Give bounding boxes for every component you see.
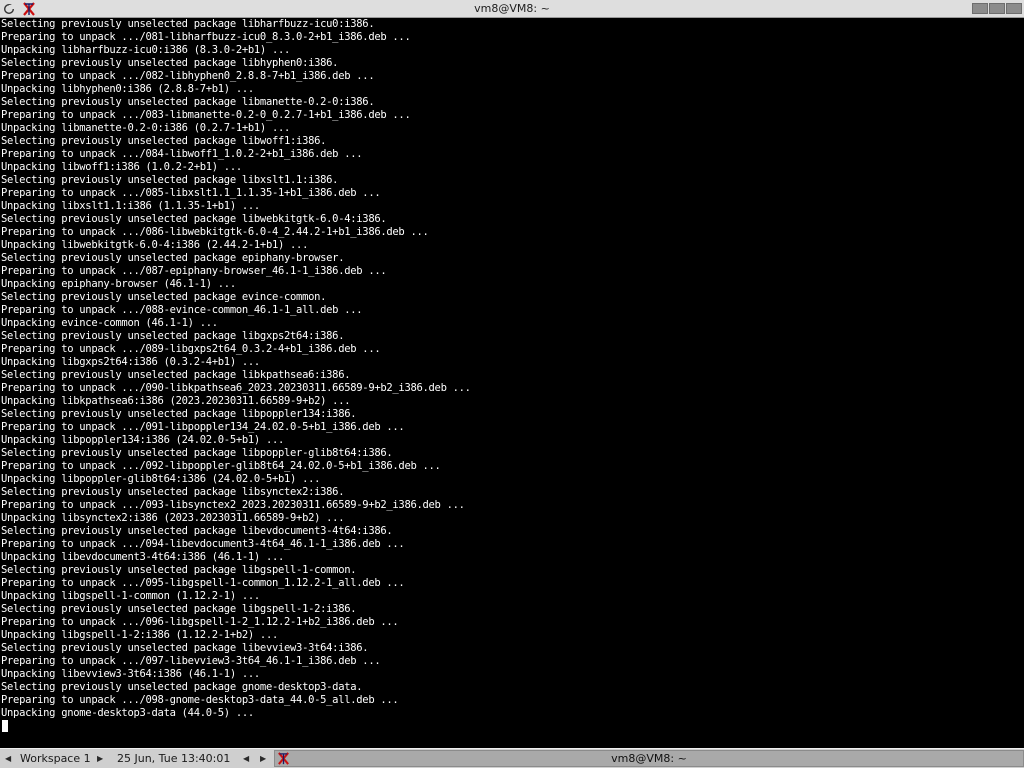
terminal-line: Unpacking evince-common (46.1-1) ... (1, 317, 218, 329)
taskbar-window-button[interactable]: vm8@VM8: ~ (274, 750, 1024, 767)
terminal-line: Selecting previously unselected package … (1, 57, 339, 69)
terminal-line: Unpacking libsynctex2:i386 (2023.2023031… (1, 512, 345, 524)
terminal-line: Preparing to unpack .../097-libevview3-3… (1, 655, 381, 667)
terminal-line: Preparing to unpack .../087-epiphany-bro… (1, 265, 387, 277)
terminal-line: Unpacking libgspell-1-2:i386 (1.12.2-1+b… (1, 629, 278, 641)
terminal-line: Preparing to unpack .../095-libgspell-1-… (1, 577, 405, 589)
terminal-line: Selecting previously unselected package … (1, 447, 393, 459)
terminal-line: Unpacking libevview3-3t64:i386 (46.1-1) … (1, 668, 260, 680)
terminal-line: Unpacking libwebkitgtk-6.0-4:i386 (2.44.… (1, 239, 309, 251)
terminal-line: Preparing to unpack .../082-libhyphen0_2… (1, 70, 375, 82)
terminal-line: Preparing to unpack .../092-libpoppler-g… (1, 460, 441, 472)
terminal-line: Preparing to unpack .../088-evince-commo… (1, 304, 363, 316)
window-controls (972, 3, 1022, 14)
terminal-line: Unpacking libgxps2t64:i386 (0.3.2-4+b1) … (1, 356, 260, 368)
taskbar: ◀ Workspace 1 ▶ 25 Jun, Tue 13:40:01 ◀ ▶… (0, 748, 1024, 768)
terminal-line: Preparing to unpack .../094-libevdocumen… (1, 538, 405, 550)
terminal-line: Selecting previously unselected package … (1, 408, 357, 420)
terminal-line: Unpacking libharfbuzz-icu0:i386 (8.3.0-2… (1, 44, 291, 56)
terminal-line: Selecting previously unselected package … (1, 681, 363, 693)
terminal-line: Selecting previously unselected package … (1, 330, 345, 342)
terminal-line: Selecting previously unselected package … (1, 369, 351, 381)
terminal-line: Preparing to unpack .../084-libwoff1_1.0… (1, 148, 363, 160)
workspace-prev-icon[interactable]: ◀ (5, 749, 11, 768)
terminal-line: Unpacking libgspell-1-common (1.12.2-1) … (1, 590, 260, 602)
terminal-line: Unpacking libpoppler134:i386 (24.02.0-5+… (1, 434, 285, 446)
terminal-line: Unpacking libmanette-0.2-0:i386 (0.2.7-1… (1, 122, 291, 134)
terminal-line: Unpacking libxslt1.1:i386 (1.1.35-1+b1) … (1, 200, 260, 212)
terminal-line: Unpacking libpoppler-glib8t64:i386 (24.0… (1, 473, 321, 485)
terminal-line: Selecting previously unselected package … (1, 252, 345, 264)
terminal-lines: Selecting previously unselected package … (0, 18, 1024, 720)
terminal-line: Unpacking epiphany-browser (46.1-1) ... (1, 278, 236, 290)
terminal-line: Preparing to unpack .../090-libkpathsea6… (1, 382, 471, 394)
clock: 25 Jun, Tue 13:40:01 (117, 752, 231, 765)
terminal-line: Unpacking libkpathsea6:i386 (2023.202303… (1, 395, 351, 407)
task-next-icon[interactable]: ▶ (260, 749, 266, 768)
text-cursor (2, 720, 8, 732)
terminal-line: Selecting previously unselected package … (1, 135, 327, 147)
terminal-line: Selecting previously unselected package … (1, 525, 393, 537)
terminal-line: Preparing to unpack .../081-libharfbuzz-… (1, 31, 411, 43)
iconify-button[interactable] (972, 3, 988, 14)
maximize-button[interactable] (989, 3, 1005, 14)
terminal-line: Preparing to unpack .../089-libgxps2t64_… (1, 343, 381, 355)
terminal-line: Selecting previously unselected package … (1, 213, 387, 225)
window-title: vm8@VM8: ~ (474, 2, 550, 15)
window-titlebar[interactable]: vm8@VM8: ~ (0, 0, 1024, 18)
task-prev-icon[interactable]: ◀ (243, 749, 249, 768)
taskbar-window-title: vm8@VM8: ~ (611, 752, 687, 765)
terminal-line: Unpacking libevdocument3-4t64:i386 (46.1… (1, 551, 285, 563)
terminal-line: Preparing to unpack .../085-libxslt1.1_1… (1, 187, 381, 199)
terminal-line: Selecting previously unselected package … (1, 174, 339, 186)
terminal-line: Selecting previously unselected package … (1, 603, 357, 615)
close-button[interactable] (1006, 3, 1022, 14)
terminal-line: Unpacking libwoff1:i386 (1.0.2-2+b1) ... (1, 161, 242, 173)
terminal-line: Preparing to unpack .../093-libsynctex2_… (1, 499, 465, 511)
terminal-line: Preparing to unpack .../098-gnome-deskto… (1, 694, 399, 706)
terminal-line: Preparing to unpack .../083-libmanette-0… (1, 109, 411, 121)
terminal-line: Unpacking gnome-desktop3-data (44.0-5) .… (1, 707, 254, 719)
terminal-line: Selecting previously unselected package … (1, 486, 345, 498)
terminal-line: Selecting previously unselected package … (1, 642, 369, 654)
workspace-next-icon[interactable]: ▶ (97, 749, 103, 768)
terminal-line: Preparing to unpack .../091-libpoppler13… (1, 421, 405, 433)
terminal-line: Selecting previously unselected package … (1, 96, 375, 108)
terminal-line: Selecting previously unselected package … (1, 18, 375, 30)
terminal-line: Unpacking libhyphen0:i386 (2.8.8-7+b1) .… (1, 83, 254, 95)
terminal-output[interactable]: Selecting previously unselected package … (0, 18, 1024, 748)
terminal-prompt-line (0, 720, 1024, 733)
terminal-line: Preparing to unpack .../086-libwebkitgtk… (1, 226, 429, 238)
terminal-line: Preparing to unpack .../096-libgspell-1-… (1, 616, 399, 628)
terminal-line: Selecting previously unselected package … (1, 291, 327, 303)
terminal-line: Selecting previously unselected package … (1, 564, 357, 576)
workspace-label[interactable]: Workspace 1 (20, 749, 91, 768)
